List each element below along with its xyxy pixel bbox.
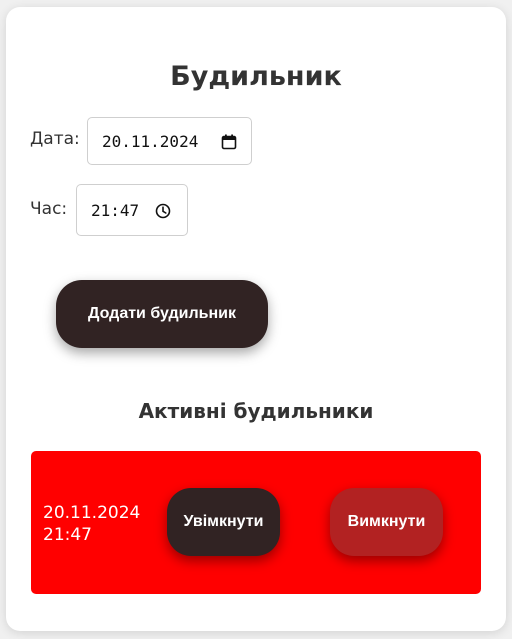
add-alarm-button[interactable]: Додати будильник (56, 280, 268, 348)
alarm-card: Будильник Дата: 20.11.2024 Час: 21:47 До… (6, 7, 506, 631)
alarm-list-item: 20.11.2024 21:47 Увімкнути Вимкнути (31, 451, 481, 594)
page-title: Будильник (170, 61, 342, 92)
alarm-date: 20.11.2024 (43, 503, 141, 523)
time-label: Час: (30, 199, 68, 219)
date-input[interactable]: 20.11.2024 (87, 117, 252, 165)
clock-icon[interactable] (153, 201, 173, 221)
date-label: Дата: (30, 129, 80, 149)
calendar-icon[interactable] (219, 132, 239, 152)
alarm-time: 21:47 (43, 525, 92, 545)
enable-alarm-button[interactable]: Увімкнути (167, 488, 280, 556)
time-input[interactable]: 21:47 (76, 184, 188, 236)
disable-alarm-button[interactable]: Вимкнути (330, 488, 443, 556)
alarm-datetime: 20.11.2024 21:47 (43, 502, 140, 546)
time-input-value: 21:47 (91, 200, 140, 220)
date-input-value: 20.11.2024 (102, 131, 199, 151)
active-alarms-heading: Активні будильники (138, 399, 374, 423)
